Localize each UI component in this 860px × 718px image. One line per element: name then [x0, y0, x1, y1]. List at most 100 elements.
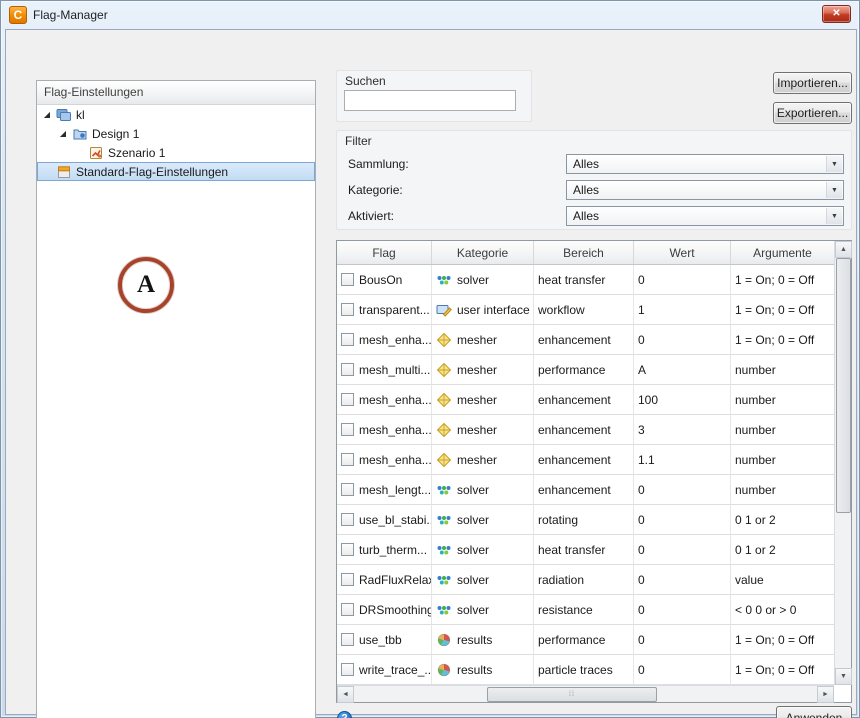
- flag-cell: DRSmoothing: [337, 595, 432, 625]
- import-button[interactable]: Importieren...: [773, 72, 852, 94]
- flag-cell: mesh_lengt...: [337, 475, 432, 505]
- table-row[interactable]: use_bl_stabi... solver rotating 0 0 1 or 2: [337, 505, 834, 535]
- wert-cell: 0: [634, 595, 731, 625]
- flag-settings-header: Flag-Einstellungen: [37, 81, 315, 105]
- column-header-bereich[interactable]: Bereich: [534, 241, 634, 264]
- wert-cell: 3: [634, 415, 731, 445]
- vertical-scrollbar[interactable]: ▲ ▼: [834, 241, 852, 685]
- tree-item-label: Szenario 1: [108, 145, 166, 160]
- bereich-cell: workflow: [534, 295, 634, 325]
- scroll-down-button[interactable]: ▼: [835, 668, 852, 685]
- aktiviert-dropdown[interactable]: Alles ▼: [566, 206, 844, 226]
- table-row[interactable]: mesh_enha... mesher enhancement 0 1 = On; 0 …: [337, 325, 834, 355]
- flag-name: mesh_enha...: [359, 332, 432, 347]
- flag-checkbox[interactable]: [341, 363, 354, 376]
- expand-collapse-icon[interactable]: ◢: [57, 129, 69, 138]
- flag-name: mesh_lengt...: [359, 482, 432, 497]
- column-header-kategorie[interactable]: Kategorie: [432, 241, 534, 264]
- table-row[interactable]: RadFluxRelax solver radiation 0 value: [337, 565, 834, 595]
- wert-cell: 0: [634, 505, 731, 535]
- dropdown-arrow-icon: ▼: [826, 182, 842, 198]
- argumente-cell: number: [731, 475, 834, 505]
- table-row[interactable]: turb_therm... solver heat transfer 0 0 1 or …: [337, 535, 834, 565]
- tree-item-kl[interactable]: ◢ kl: [37, 105, 315, 124]
- tree-item-standard-flag-einstellungen[interactable]: Standard-Flag-Einstellungen: [37, 162, 315, 181]
- table-row[interactable]: DRSmoothing solver resistance 0 < 0 0 or > 0: [337, 595, 834, 625]
- vertical-scroll-thumb[interactable]: [836, 258, 851, 513]
- table-row[interactable]: BousOn solver heat transfer 0 1 = On; 0 = Of…: [337, 265, 834, 295]
- horizontal-scroll-thumb[interactable]: ⁞⁞: [487, 687, 657, 702]
- solver-icon: [436, 272, 452, 288]
- argumente-cell: number: [731, 385, 834, 415]
- flag-checkbox[interactable]: [341, 333, 354, 346]
- column-header-flag[interactable]: Flag: [337, 241, 432, 264]
- apply-button[interactable]: Anwenden: [776, 706, 852, 718]
- flag-checkbox[interactable]: [341, 453, 354, 466]
- scroll-up-icon: ▲: [840, 246, 847, 253]
- standard-flag-icon: [56, 164, 72, 180]
- flag-name: write_trace_...: [359, 662, 432, 677]
- filter-label-kategorie: Kategorie:: [348, 183, 403, 197]
- window-title: Flag-Manager: [33, 8, 108, 22]
- flag-checkbox[interactable]: [341, 543, 354, 556]
- flag-checkbox[interactable]: [341, 303, 354, 316]
- expand-collapse-icon[interactable]: ◢: [41, 110, 53, 119]
- argumente-cell: number: [731, 415, 834, 445]
- flag-checkbox[interactable]: [341, 603, 354, 616]
- flag-checkbox[interactable]: [341, 393, 354, 406]
- argumente-cell: 0 1 or 2: [731, 505, 834, 535]
- help-icon[interactable]: ?: [337, 711, 352, 718]
- table-row[interactable]: mesh_enha... mesher enhancement 1.1 number: [337, 445, 834, 475]
- table-row[interactable]: mesh_lengt... solver enhancement 0 number: [337, 475, 834, 505]
- dropdown-arrow-icon: ▼: [826, 156, 842, 172]
- filter-group-label: Filter: [345, 134, 372, 148]
- aktiviert-dropdown-value: Alles: [573, 209, 600, 223]
- kategorie-label: solver: [457, 272, 490, 287]
- horizontal-scrollbar[interactable]: ◄ ⁞⁞ ►: [337, 685, 834, 703]
- kategorie-dropdown[interactable]: Alles ▼: [566, 180, 844, 200]
- flag-checkbox[interactable]: [341, 633, 354, 646]
- bereich-cell: performance: [534, 625, 634, 655]
- search-group-label: Suchen: [345, 74, 386, 88]
- titlebar[interactable]: C Flag-Manager ✕: [1, 1, 859, 29]
- search-input[interactable]: [344, 90, 516, 111]
- table-row[interactable]: mesh_enha... mesher enhancement 100 number: [337, 385, 834, 415]
- table-row[interactable]: use_tbb results performance 0 1 = On; 0 = Of…: [337, 625, 834, 655]
- argumente-cell: value: [731, 565, 834, 595]
- flag-name: turb_therm...: [359, 542, 428, 557]
- flag-checkbox[interactable]: [341, 423, 354, 436]
- bereich-cell: enhancement: [534, 325, 634, 355]
- flag-name: mesh_enha...: [359, 452, 432, 467]
- bereich-cell: enhancement: [534, 385, 634, 415]
- column-header-argumente[interactable]: Argumente: [731, 241, 834, 264]
- kategorie-cell: solver: [432, 475, 534, 505]
- table-row[interactable]: mesh_multi... mesher performance Anumber: [337, 355, 834, 385]
- tree-item-szenario-1[interactable]: Szenario 1: [37, 143, 315, 162]
- flag-checkbox[interactable]: [341, 573, 354, 586]
- wert-cell: 0: [634, 535, 731, 565]
- close-icon: ✕: [832, 8, 841, 19]
- flag-checkbox[interactable]: [341, 513, 354, 526]
- scroll-left-icon: ◄: [342, 691, 349, 698]
- flag-checkbox[interactable]: [341, 483, 354, 496]
- kategorie-cell: mesher: [432, 385, 534, 415]
- export-button[interactable]: Exportieren...: [773, 102, 852, 124]
- table-row[interactable]: transparent... user interface workflow 1 1 =…: [337, 295, 834, 325]
- scroll-right-button[interactable]: ►: [817, 686, 834, 703]
- scroll-up-button[interactable]: ▲: [835, 241, 852, 258]
- flag-checkbox[interactable]: [341, 273, 354, 286]
- close-button[interactable]: ✕: [822, 5, 851, 23]
- sammlung-dropdown[interactable]: Alles ▼: [566, 154, 844, 174]
- wert-cell: 1.1: [634, 445, 731, 475]
- tree-item-design-1[interactable]: ◢ Design 1: [37, 124, 315, 143]
- scroll-left-button[interactable]: ◄: [337, 686, 354, 703]
- table-row[interactable]: write_trace_... results particle traces 0 1 …: [337, 655, 834, 685]
- tree-item-label: Standard-Flag-Einstellungen: [76, 164, 229, 179]
- argumente-cell: 1 = On; 0 = Off: [731, 625, 834, 655]
- column-header-wert[interactable]: Wert: [634, 241, 731, 264]
- table-row[interactable]: mesh_enha... mesher enhancement 3 number: [337, 415, 834, 445]
- flag-checkbox[interactable]: [341, 663, 354, 676]
- scroll-down-icon: ▼: [840, 673, 847, 680]
- flag-settings-panel: Flag-Einstellungen ◢ kl ◢ Design 1 Szenario …: [36, 80, 316, 718]
- mesher-icon: [436, 332, 452, 348]
